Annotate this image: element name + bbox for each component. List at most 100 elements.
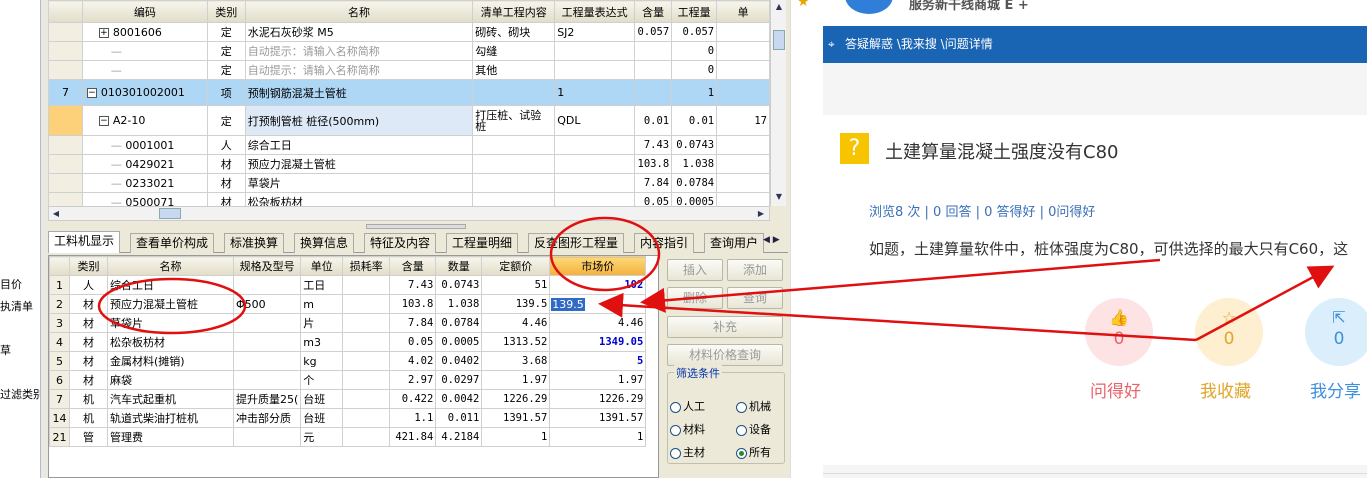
market-price-cell[interactable]: 1.97 <box>549 370 647 390</box>
market-price-cell[interactable]: 4.46 <box>549 313 647 333</box>
table-row[interactable]: — 定自动提示：请输入名称简称 其他 0 <box>48 60 770 80</box>
material-price-query-button[interactable]: 材料价格查询 <box>667 344 783 366</box>
tree-toggle-icon[interactable]: + <box>98 27 109 38</box>
tab-conversion-info[interactable]: 换算信息 <box>294 233 355 253</box>
content-cell[interactable] <box>472 173 556 193</box>
name-cell[interactable]: 预制钢筋混凝土管桩 <box>244 79 474 106</box>
type-cell[interactable]: 材 <box>206 154 246 174</box>
price-cell[interactable]: 17 <box>716 105 770 136</box>
spec-cell[interactable] <box>232 275 302 295</box>
scroll-right-icon[interactable]: ▶ <box>754 207 768 220</box>
pane-splitter[interactable] <box>366 224 466 229</box>
price-cell[interactable] <box>716 22 770 42</box>
unit-cell[interactable]: m3 <box>300 332 344 352</box>
row-number[interactable] <box>48 22 83 42</box>
radio-labor[interactable]: 人工 <box>670 398 705 414</box>
action-label[interactable]: 我分享 <box>1310 377 1361 402</box>
name-cell[interactable]: 综合工日 <box>244 135 474 155</box>
name-cell[interactable]: 自动提示：请输入名称简称 <box>244 41 474 61</box>
quota-price-cell[interactable]: 4.46 <box>481 313 551 333</box>
table-row[interactable]: 1 人综合工日 工日 7.43 0.0743 51 102 <box>49 275 647 295</box>
loss-cell[interactable] <box>342 427 391 447</box>
content-cell[interactable] <box>472 192 556 206</box>
tab-features[interactable]: 特征及内容 <box>364 233 437 253</box>
expression-cell[interactable] <box>554 41 636 61</box>
count-cell[interactable]: 0.0743 <box>435 275 483 295</box>
expression-cell[interactable] <box>554 60 636 80</box>
amount-cell[interactable]: 0.0743 <box>671 135 718 155</box>
insert-button[interactable]: 插入 <box>667 259 723 281</box>
radio-main-material[interactable]: 主材 <box>670 444 705 460</box>
row-number[interactable]: 5 <box>49 351 70 371</box>
radio-machine[interactable]: 机械 <box>736 398 771 414</box>
share-button[interactable]: ⇱ 0 <box>1305 298 1367 366</box>
name-cell[interactable]: 水泥石灰砂浆 M5 <box>244 22 474 42</box>
type-cell[interactable]: 材 <box>69 332 108 352</box>
expression-cell[interactable] <box>554 192 636 206</box>
table-row[interactable]: — 0001001 人综合工日 7.43 0.0743 <box>48 135 770 155</box>
qty-cell[interactable]: 2.97 <box>389 370 437 390</box>
action-label[interactable]: 我收藏 <box>1200 377 1251 402</box>
expression-cell[interactable] <box>554 173 636 193</box>
expression-cell[interactable]: QDL <box>554 105 636 136</box>
col-header[interactable]: 数量 <box>435 256 483 276</box>
tree-toggle-icon[interactable]: − <box>86 88 97 98</box>
quota-price-cell[interactable]: 1313.52 <box>481 332 551 352</box>
quota-price-cell[interactable]: 3.68 <box>481 351 551 371</box>
code-cell[interactable]: − A2-10 <box>81 105 208 136</box>
spec-cell[interactable]: Φ500 <box>232 294 302 314</box>
market-price-cell[interactable]: 139.5 <box>549 294 647 314</box>
add-button[interactable]: 添加 <box>727 259 783 281</box>
code-cell[interactable]: — 0001001 <box>81 135 208 155</box>
price-cell[interactable] <box>716 154 770 174</box>
scroll-thumb[interactable] <box>773 30 785 50</box>
scroll-left-icon[interactable]: ◀ <box>49 207 63 220</box>
quota-price-cell[interactable]: 1 <box>481 427 551 447</box>
qty-cell[interactable]: 7.43 <box>389 275 437 295</box>
type-cell[interactable]: 管 <box>69 427 108 447</box>
name-cell[interactable]: 松杂板枋材 <box>244 192 474 206</box>
name-cell[interactable]: 汽车式起重机 <box>107 389 234 409</box>
col-header[interactable]: 清单工程内容 <box>472 0 556 23</box>
type-cell[interactable]: 项 <box>206 79 246 106</box>
supplement-button[interactable]: 补充 <box>667 316 783 338</box>
price-cell[interactable] <box>716 173 770 193</box>
code-cell[interactable]: — 0233021 <box>81 173 208 193</box>
expression-cell[interactable] <box>554 135 636 155</box>
col-header[interactable]: 类别 <box>69 256 108 276</box>
price-cell[interactable] <box>716 60 770 80</box>
qty-cell[interactable]: 7.43 <box>634 135 673 155</box>
market-price-cell[interactable]: 1349.05 <box>549 332 647 352</box>
unit-cell[interactable]: 片 <box>300 313 344 333</box>
amount-cell[interactable]: 0 <box>671 41 718 61</box>
row-number[interactable]: 1 <box>49 275 70 295</box>
qty-cell[interactable]: 7.84 <box>389 313 437 333</box>
spec-cell[interactable] <box>232 370 302 390</box>
row-number[interactable] <box>48 154 83 174</box>
col-header[interactable]: 单位 <box>300 256 344 276</box>
loss-cell[interactable] <box>342 313 391 333</box>
count-cell[interactable]: 0.0042 <box>435 389 483 409</box>
star-button[interactable]: ☆ 0 <box>1195 298 1263 366</box>
type-cell[interactable]: 材 <box>206 192 246 206</box>
market-price-cell[interactable]: 5 <box>549 351 647 371</box>
radio-equipment[interactable]: 设备 <box>736 421 771 437</box>
unit-cell[interactable]: 台班 <box>300 389 344 409</box>
breadcrumb-text[interactable]: 答疑解惑 \我来搜 \问题详情 <box>845 37 993 51</box>
table-row[interactable]: — 0233021 材草袋片 7.84 0.0784 <box>48 173 770 193</box>
market-price-header[interactable]: 市场价 <box>549 256 647 276</box>
table-row[interactable]: 21 管管理费元 421.84 4.2184 1 1 <box>49 427 647 447</box>
type-cell[interactable]: 定 <box>206 60 246 80</box>
type-cell[interactable]: 材 <box>206 173 246 193</box>
amount-cell[interactable]: 1 <box>671 79 718 106</box>
table-row[interactable]: — 0500071 材松杂板枋材 0.05 0.0005 <box>48 192 770 206</box>
tab-graphic-quantity[interactable]: 反查图形工程量 <box>528 233 625 253</box>
row-number[interactable] <box>48 135 83 155</box>
quota-price-cell[interactable]: 1.97 <box>481 370 551 390</box>
row-number[interactable] <box>48 41 83 61</box>
count-cell[interactable]: 0.0402 <box>435 351 483 371</box>
amount-cell[interactable]: 1.038 <box>671 154 718 174</box>
loss-cell[interactable] <box>342 408 391 428</box>
tab-quantity-detail[interactable]: 工程量明细 <box>446 233 519 253</box>
table-row[interactable]: 5 材金属材料(摊销) kg 4.02 0.0402 3.68 5 <box>49 351 647 371</box>
